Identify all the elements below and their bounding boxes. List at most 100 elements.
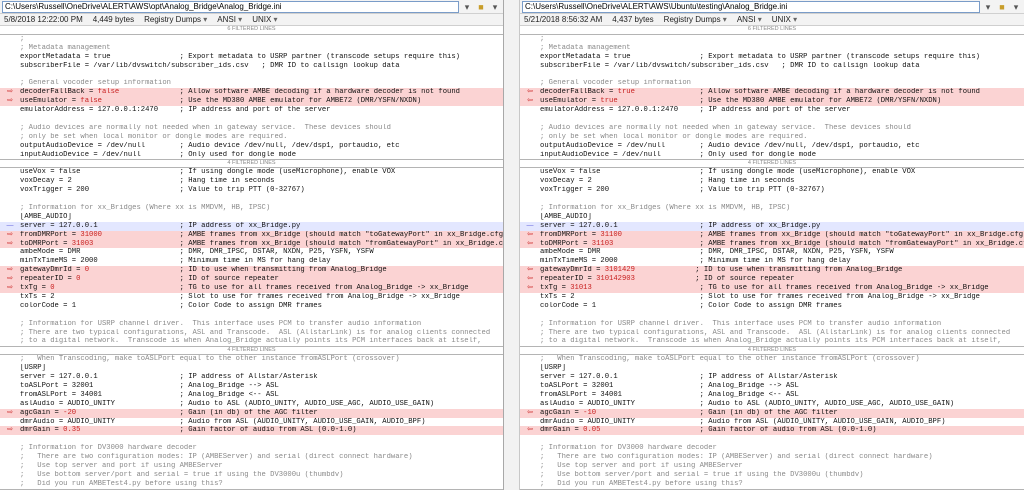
code-line[interactable]: ambeMode = DMR ; DMR, DMR_IPSC, DSTAR, N… (520, 248, 1024, 257)
change-marker-icon[interactable]: ⇨ (3, 409, 17, 418)
left-code-view[interactable]: 6 FILTERED LINES;; Metadata management ex… (0, 26, 503, 490)
diff-line[interactable]: ⇨ fromDMRPort = 31000 ; AMBE frames from … (0, 230, 503, 240)
code-line[interactable]: ; (520, 35, 1024, 44)
code-line[interactable] (520, 435, 1024, 444)
left-encoding-dropdown[interactable]: ANSI (217, 15, 242, 24)
diff-line[interactable]: ⇦ decoderFallBack = true ; Allow software… (520, 88, 1024, 98)
code-line[interactable]: subscriberFile = /var/lib/dvswitch/subsc… (520, 62, 1024, 71)
right-path-dropdown-icon[interactable]: ▾ (982, 1, 994, 13)
code-line[interactable] (0, 195, 503, 204)
change-marker-icon[interactable]: ⇦ (523, 88, 537, 97)
code-line[interactable]: useVox = false ; If using dongle mode (u… (0, 168, 503, 177)
code-line[interactable] (0, 435, 503, 444)
right-open-folder-icon[interactable]: ■ (996, 1, 1008, 13)
code-line[interactable]: ; Did you run AMBETest4.py before using … (0, 480, 503, 489)
diff-line[interactable]: ⇨ txTg = 0 ; TG to use for all frames rec… (0, 284, 503, 293)
code-line[interactable]: ; There are two configuration modes: IP … (0, 453, 503, 462)
code-line[interactable]: minTxTimeMS = 2000 ; Minimum time in MS … (520, 257, 1024, 266)
diff-line[interactable]: ⇨ toDMRPort = 31003 ; AMBE frames from xx… (0, 239, 503, 249)
code-line[interactable] (0, 115, 503, 124)
code-line[interactable]: minTxTimeMS = 2000 ; Minimum time in MS … (0, 257, 503, 266)
code-line[interactable]: subscriberFile = /var/lib/dvswitch/subsc… (0, 62, 503, 71)
code-line[interactable]: outputAudioDevice = /dev/null ; Audio de… (0, 142, 503, 151)
diff-line[interactable]: ⇨ repeaterID = 0 ; ID of source repeater (0, 275, 503, 285)
code-line[interactable]: ; Information for USRP channel driver. T… (0, 320, 503, 329)
diff-line[interactable]: ⇦ toDMRPort = 31103 ; AMBE frames from xx… (520, 239, 1024, 249)
code-line[interactable]: ; Information for USRP channel driver. T… (520, 320, 1024, 329)
code-line[interactable]: txTs = 2 ; Slot to use for frames receiv… (0, 293, 503, 302)
change-marker-icon[interactable]: ⇨ (3, 231, 17, 240)
filtered-lines-separator[interactable]: 4 FILTERED LINES (0, 346, 503, 356)
diff-line[interactable]: ⇨ gatewayDmrId = 0 ; ID to use when trans… (0, 266, 503, 276)
code-line[interactable]: dmrAudio = AUDIO_UNITY ; Audio from ASL … (520, 418, 1024, 427)
left-folder-dropdown-icon[interactable]: ▾ (489, 1, 501, 13)
code-line[interactable]: aslAudio = AUDIO_UNITY ; Audio to ASL (A… (0, 400, 503, 409)
code-line[interactable]: ; Use bottom server/port and serial = tr… (520, 471, 1024, 480)
code-line[interactable]: server = 127.0.0.1 ; IP address of Allst… (520, 373, 1024, 382)
code-line[interactable]: useVox = false ; If using dongle mode (u… (520, 168, 1024, 177)
code-line[interactable]: emulatorAddress = 127.0.0.1:2470 ; IP ad… (520, 106, 1024, 115)
change-marker-icon[interactable]: ⇦ (523, 426, 537, 435)
diff-line[interactable]: ⇦ useEmulator = true ; Use the MD380 AMBE… (520, 97, 1024, 107)
code-line[interactable] (520, 71, 1024, 80)
change-marker-icon[interactable]: ⇦ (523, 266, 537, 275)
right-code-view[interactable]: 6 FILTERED LINES;; Metadata management ex… (520, 26, 1024, 490)
code-line[interactable]: voxDecay = 2 ; Hang time in seconds (0, 177, 503, 186)
code-line[interactable]: toASLPort = 32001 ; Analog_Bridge --> AS… (520, 382, 1024, 391)
change-marker-icon[interactable]: ⇨ (3, 426, 17, 435)
code-line[interactable]: voxDecay = 2 ; Hang time in seconds (520, 177, 1024, 186)
diff-line[interactable]: ⇨ decoderFallBack = false ; Allow softwar… (0, 88, 503, 98)
code-line[interactable]: ; Did you run AMBETest4.py before using … (520, 480, 1024, 489)
code-line[interactable]: voxTrigger = 200 ; Value to trip PTT (0-… (0, 186, 503, 195)
change-marker-icon[interactable]: ⇦ (523, 409, 537, 418)
diff-line[interactable]: ⇦ agcGain = -10 ; Gain (in db) of the AGC… (520, 408, 1024, 418)
code-line[interactable]: emulatorAddress = 127.0.0.1:2470 ; IP ad… (0, 106, 503, 115)
code-line[interactable]: ; Information for DV3000 hardware decode… (0, 444, 503, 453)
code-line[interactable]: ; Information for xx_Bridges (Where xx i… (0, 204, 503, 213)
change-marker-icon[interactable]: ⇨ (3, 275, 17, 284)
code-line[interactable]: [USRP] (520, 364, 1024, 373)
code-line[interactable] (520, 115, 1024, 124)
code-line[interactable]: outputAudioDevice = /dev/null ; Audio de… (520, 142, 1024, 151)
code-line[interactable]: ; Use top server and port if using AMBES… (520, 462, 1024, 471)
code-line[interactable]: ; to a digital network. Transcode is whe… (520, 337, 1024, 346)
change-marker-icon[interactable]: ⇦ (523, 284, 537, 293)
diff-line[interactable]: ⇦ dmrGain = 0.05 ; Gain factor of audio f… (520, 426, 1024, 436)
code-line[interactable]: voxTrigger = 200 ; Value to trip PTT (0-… (520, 186, 1024, 195)
code-line[interactable]: dmrAudio = AUDIO_UNITY ; Audio from ASL … (0, 418, 503, 427)
code-line[interactable]: ; only be set when local monitor or dong… (0, 133, 503, 142)
change-marker-icon[interactable]: ⇦ (523, 231, 537, 240)
code-line[interactable] (520, 195, 1024, 204)
change-marker-icon[interactable]: ⇨ (3, 97, 17, 106)
code-line[interactable]: ; Use bottom server/port and serial = tr… (0, 471, 503, 480)
code-line[interactable]: [AMBE_AUDIO] (520, 213, 1024, 222)
filtered-lines-separator[interactable]: 6 FILTERED LINES (520, 26, 1024, 35)
code-line[interactable]: [USRP] (0, 364, 503, 373)
code-line[interactable]: ; General vocoder setup information (520, 79, 1024, 88)
change-marker-icon[interactable]: ⇨ (3, 266, 17, 275)
code-line[interactable]: ; Information for DV3000 hardware decode… (520, 444, 1024, 453)
code-line[interactable]: inputAudioDevice = /dev/null ; Only used… (0, 151, 503, 160)
diff-line[interactable]: ⇨ dmrGain = 0.35 ; Gain factor of audio f… (0, 426, 503, 436)
change-marker-icon[interactable]: ⇦ (523, 240, 537, 249)
code-line[interactable]: ; Audio devices are normally not needed … (520, 124, 1024, 133)
change-marker-icon[interactable]: ⇨ (3, 284, 17, 293)
change-marker-icon[interactable]: ⇨ (3, 88, 17, 97)
left-format-dropdown[interactable]: Registry Dumps (144, 15, 207, 24)
code-line[interactable]: ; There are two typical configurations, … (0, 329, 503, 338)
code-line[interactable]: colorCode = 1 ; Color Code to assign DMR… (0, 302, 503, 311)
code-line[interactable]: ambeMode = DMR ; DMR, DMR_IPSC, DSTAR, N… (0, 248, 503, 257)
code-line[interactable]: ; (0, 35, 503, 44)
code-line[interactable]: [AMBE_AUDIO] (0, 213, 503, 222)
code-line[interactable]: ; Information for xx_Bridges (Where xx i… (520, 204, 1024, 213)
code-line[interactable]: ; only be set when local monitor or dong… (520, 133, 1024, 142)
code-line[interactable] (0, 71, 503, 80)
left-path-dropdown-icon[interactable]: ▾ (461, 1, 473, 13)
right-path-field[interactable]: C:\Users\Russell\OneDrive\ALERT\AWS\Ubun… (522, 0, 980, 13)
code-line[interactable] (520, 311, 1024, 320)
code-line[interactable]: ; General vocoder setup information (0, 79, 503, 88)
code-line[interactable]: ; Metadata management (0, 44, 503, 53)
diff-line[interactable]: ⇦ txTg = 31013 ; TG to use for all frames… (520, 284, 1024, 293)
code-line[interactable]: ; to a digital network. Transcode is whe… (0, 337, 503, 346)
code-line[interactable]: aslAudio = AUDIO_UNITY ; Audio to ASL (A… (520, 400, 1024, 409)
